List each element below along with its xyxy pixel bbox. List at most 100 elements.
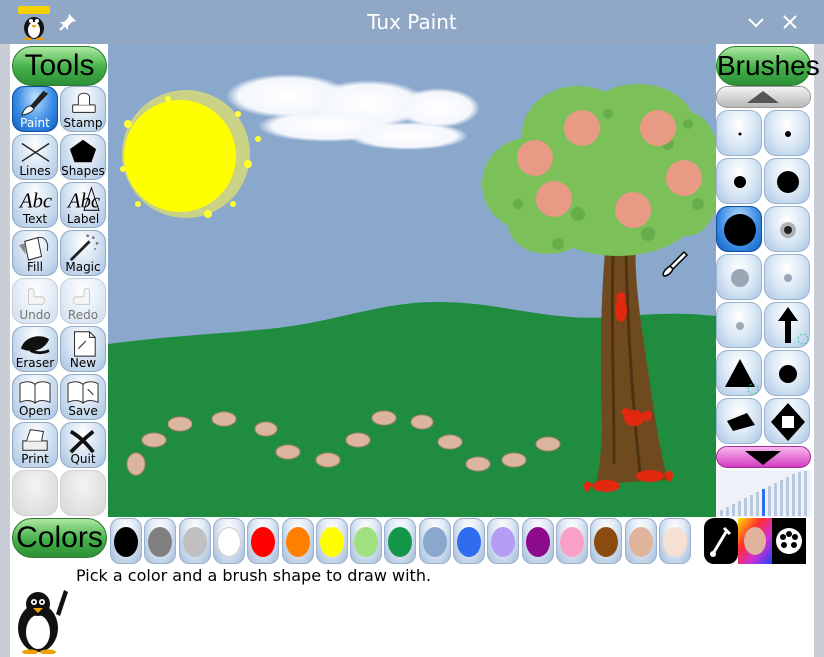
- color-swatch-red[interactable]: [247, 518, 280, 564]
- color-dot: [628, 527, 653, 557]
- brush-button[interactable]: [764, 398, 810, 444]
- color-dot: [114, 527, 138, 557]
- svg-text:Abc: Abc: [18, 190, 52, 212]
- brush-diamond-icon: [771, 403, 805, 441]
- brush-button[interactable]: [716, 350, 762, 396]
- text-abc-icon: Abc: [18, 190, 52, 212]
- empty-tool-slot: [12, 470, 58, 516]
- color-swatch-black[interactable]: [110, 518, 142, 564]
- color-swatch-gray[interactable]: [144, 518, 177, 564]
- brush-button[interactable]: [764, 158, 810, 204]
- color-dot: [182, 527, 207, 557]
- undo-hand-icon: [27, 287, 45, 305]
- brush-soft-small-icon: [784, 274, 792, 282]
- tool-label: Shapes: [61, 164, 105, 178]
- brush-tiny-dot-icon: [738, 132, 742, 136]
- color-mixer-icon[interactable]: [772, 518, 806, 564]
- brush-button[interactable]: [716, 254, 762, 300]
- tool-lines-button[interactable]: Lines: [12, 134, 58, 180]
- brush-button[interactable]: [716, 398, 762, 444]
- tool-text-button[interactable]: Abc Text: [12, 182, 58, 228]
- brush-small-dot-icon: [785, 131, 791, 137]
- tool-label: Fill: [26, 260, 44, 274]
- tool-label: Magic: [65, 260, 101, 274]
- tool-open-button[interactable]: Open: [12, 374, 58, 420]
- color-dot: [285, 527, 310, 557]
- brush-scroll-down-button[interactable]: [716, 446, 811, 468]
- brush-button[interactable]: [764, 350, 810, 396]
- color-swatch-light-green[interactable]: [350, 518, 383, 564]
- color-swatch-lavender[interactable]: [487, 518, 520, 564]
- brush-soft-tiny-icon: [736, 322, 744, 330]
- brush-medium-dot-icon: [734, 176, 746, 188]
- new-document-icon: [74, 331, 96, 357]
- magic-wand-icon: [69, 234, 99, 262]
- color-swatch-tan[interactable]: [624, 518, 657, 564]
- brush-button[interactable]: [716, 302, 762, 348]
- tool-label: Open: [18, 404, 52, 418]
- color-dot: [216, 527, 241, 557]
- color-dot: [525, 527, 550, 557]
- colors-header: Colors: [12, 518, 107, 558]
- tool-shapes-button[interactable]: Shapes: [60, 134, 106, 180]
- color-swatch-sky-blue[interactable]: [418, 518, 451, 564]
- tool-save-button[interactable]: Save: [60, 374, 106, 420]
- brush-triangle-icon: [725, 359, 759, 395]
- quit-x-icon: [69, 429, 95, 454]
- tool-eraser-button[interactable]: Eraser: [12, 326, 58, 372]
- empty-tool-slot: [60, 470, 106, 516]
- tool-label: Eraser: [15, 356, 55, 370]
- color-swatch-purple[interactable]: [521, 518, 554, 564]
- tool-new-button[interactable]: New: [60, 326, 106, 372]
- color-swatch-beige[interactable]: [658, 518, 691, 564]
- tool-magic-button[interactable]: Magic: [60, 230, 106, 276]
- paintbrush-icon: [21, 90, 49, 116]
- color-swatch-blue[interactable]: [453, 518, 485, 564]
- brush-soft-gray-icon: [731, 269, 749, 287]
- brush-button[interactable]: [764, 254, 810, 300]
- tool-fill-button[interactable]: Fill: [12, 230, 58, 276]
- brushes-header: Brushes: [716, 46, 820, 86]
- color-swatch-green[interactable]: [384, 518, 417, 564]
- color-swatch-yellow[interactable]: [315, 518, 348, 564]
- color-dot: [354, 527, 379, 557]
- color-swatch-white[interactable]: [212, 518, 245, 564]
- brush-button[interactable]: [764, 302, 810, 348]
- tool-stamp-button[interactable]: Stamp: [60, 86, 106, 132]
- close-button[interactable]: [778, 10, 802, 34]
- tool-paint-button[interactable]: Paint: [12, 86, 58, 132]
- color-dot: [148, 527, 173, 557]
- brush-fuzzy-dot-icon: [780, 222, 796, 238]
- tool-undo-button[interactable]: Undo: [12, 278, 58, 324]
- color-picker-icon[interactable]: [704, 518, 738, 564]
- tool-quit-button[interactable]: Quit: [60, 422, 106, 468]
- tool-redo-button[interactable]: Redo: [60, 278, 106, 324]
- brush-large-dot-icon: [777, 171, 799, 193]
- color-dot: [388, 527, 413, 557]
- tools-header: Tools: [12, 46, 107, 86]
- color-dot: [491, 527, 516, 557]
- color-swatch-silver[interactable]: [178, 518, 211, 564]
- color-dot: [422, 527, 447, 557]
- color-swatch-brown[interactable]: [590, 518, 623, 564]
- brush-button[interactable]: [764, 110, 810, 156]
- tool-label: Label: [66, 212, 100, 226]
- brush-button[interactable]: [716, 110, 762, 156]
- brush-button[interactable]: [716, 206, 762, 252]
- eraser-icon: [20, 336, 50, 355]
- brush-size-slider[interactable]: [716, 470, 811, 517]
- brush-scroll-up-button[interactable]: [716, 86, 811, 108]
- color-swatch-orange[interactable]: [281, 518, 314, 564]
- rainbow-palette-icon[interactable]: [738, 518, 772, 564]
- color-swatch-pink[interactable]: [555, 518, 588, 564]
- printer-icon: [22, 429, 48, 451]
- color-dot: [662, 527, 687, 557]
- tool-print-button[interactable]: Print: [12, 422, 58, 468]
- brush-button[interactable]: [716, 158, 762, 204]
- color-dot: [594, 527, 619, 557]
- minimize-button[interactable]: [744, 10, 768, 34]
- tool-label-button[interactable]: Abc Label: [60, 182, 106, 228]
- down-arrow-icon: [745, 451, 781, 465]
- brush-button[interactable]: [764, 206, 810, 252]
- drawing-canvas[interactable]: [108, 44, 716, 517]
